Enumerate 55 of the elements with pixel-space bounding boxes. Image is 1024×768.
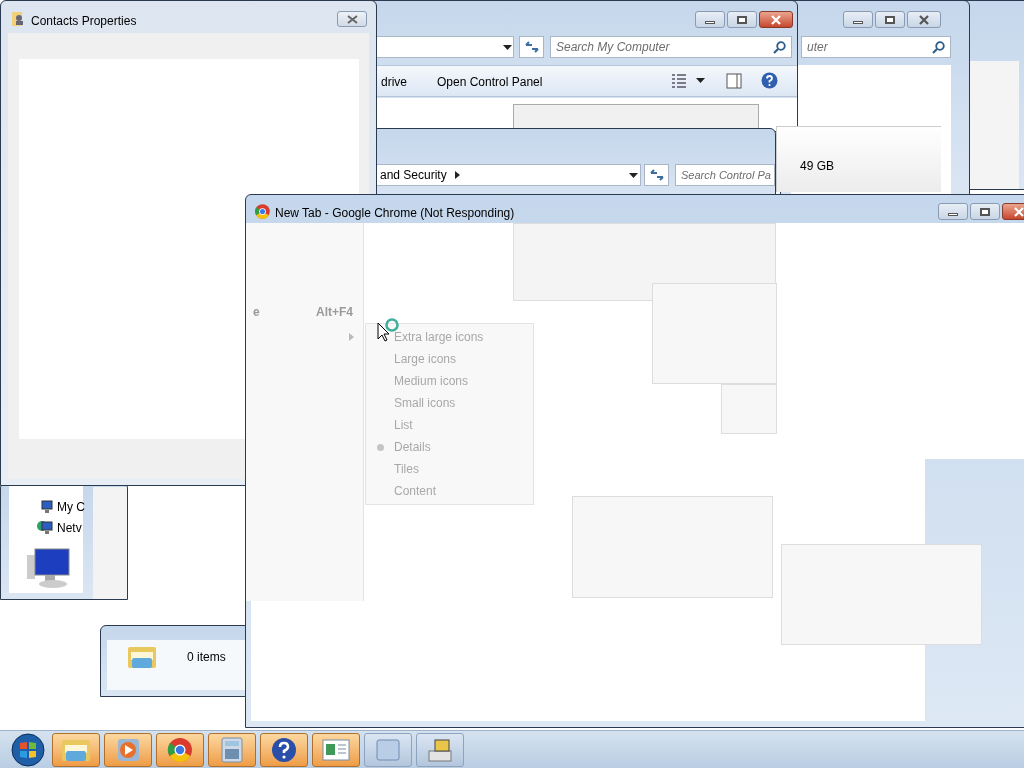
search-icon [932, 40, 945, 54]
search-field[interactable]: uter [801, 36, 951, 58]
refresh-button[interactable] [644, 164, 669, 186]
search-field[interactable]: Search My Computer [550, 36, 792, 58]
taskbar-button[interactable] [312, 732, 360, 767]
browser-icon [254, 203, 271, 220]
maximize-button[interactable] [727, 11, 757, 28]
toolbar-command[interactable]: drive [381, 73, 407, 91]
dropdown-icon[interactable] [629, 173, 638, 178]
globe-computer-icon [37, 520, 53, 536]
contacts-icon [11, 11, 25, 27]
browser-icon [166, 735, 194, 764]
close-icon [1013, 206, 1024, 217]
refresh-button[interactable] [519, 36, 544, 58]
nav-item[interactable]: My C [57, 498, 85, 516]
calculator-icon [220, 735, 244, 764]
refresh-icon [524, 41, 539, 53]
close-button[interactable] [907, 11, 941, 28]
taskbar-button[interactable] [260, 732, 308, 767]
window-icon [375, 737, 401, 762]
window-title: New Tab - Google Chrome (Not Responding) [275, 205, 515, 222]
search-icon [773, 40, 786, 54]
close-icon [346, 14, 358, 24]
help-icon [270, 735, 298, 764]
minimize-button[interactable] [843, 11, 873, 28]
search-field[interactable]: Search Control Pa [675, 164, 775, 186]
document-icon [321, 737, 351, 762]
taskbar-button[interactable] [156, 732, 204, 767]
minimize-button[interactable] [695, 11, 725, 28]
minimize-button[interactable] [938, 203, 968, 220]
nav-item[interactable]: Netv [57, 519, 82, 537]
toolbar-command[interactable]: Open Control Panel [437, 73, 543, 91]
taskbar-button[interactable] [52, 732, 100, 767]
refresh-icon [649, 169, 664, 181]
breadcrumb[interactable]: and Security [380, 166, 447, 184]
taskbar-button[interactable] [104, 732, 152, 767]
help-icon[interactable] [761, 72, 778, 89]
close-icon [770, 14, 782, 25]
drive-size: 49 GB [800, 158, 835, 175]
shortcut-text: Alt+F4 [316, 304, 353, 321]
maximize-button[interactable] [970, 203, 1000, 220]
preview-pane-icon[interactable] [726, 73, 742, 89]
dropdown-icon[interactable] [503, 45, 512, 50]
folder-icon [127, 644, 157, 670]
window-title: Contacts Properties [31, 13, 137, 30]
dropdown-icon[interactable] [696, 78, 705, 83]
chevron-right-icon[interactable] [454, 171, 460, 179]
item-count: 0 items [187, 649, 226, 666]
chevron-right-icon [349, 333, 354, 341]
close-button[interactable] [337, 11, 367, 27]
start-button[interactable] [8, 731, 48, 768]
close-button[interactable] [759, 11, 793, 28]
maximize-button[interactable] [875, 11, 905, 28]
view-list-icon[interactable] [671, 73, 687, 89]
close-icon [918, 14, 930, 25]
